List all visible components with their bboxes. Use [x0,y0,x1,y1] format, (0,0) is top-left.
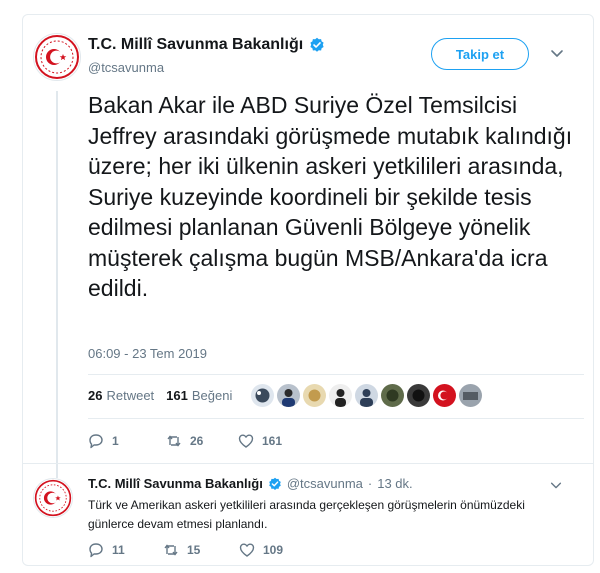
verified-badge-icon [310,37,324,52]
liker-avatar-icon [308,389,321,402]
thread-line [56,91,58,478]
liker-avatar[interactable] [329,384,352,407]
liker-avatar-icon [360,389,373,407]
liker-avatar[interactable] [407,384,430,407]
msb-seal-icon [35,35,79,79]
reply-time[interactable]: 13 dk. [377,476,412,491]
like-button[interactable]: 109 [239,542,283,558]
reply-actions: 11 15 109 [88,542,283,558]
retweet-stat[interactable]: 26 Retweet [88,388,154,403]
liker-avatar-icon [335,389,346,407]
liker-avatar[interactable] [303,384,326,407]
retweet-icon [164,544,178,556]
reply-icon [89,434,103,449]
tweet-text: Bakan Akar ile ABD Suriye Özel Temsilcis… [88,92,573,301]
liker-avatar-icon [386,389,399,402]
reply-header: T.C. Millî Savunma Bakanlığı @tcsavunma … [88,476,413,491]
msb-seal-icon [34,479,72,517]
divider [88,418,584,419]
liker-avatar[interactable] [251,384,274,407]
retweet-count: 15 [187,543,201,557]
retweet-count: 26 [190,434,204,448]
retweet-stat-label: Retweet [106,388,155,403]
liker-avatar[interactable] [433,384,456,407]
chevron-down-icon[interactable] [549,45,565,61]
like-stat-count: 161 [166,388,188,403]
liker-avatar[interactable] [277,384,300,407]
like-button[interactable]: 161 [238,433,282,449]
verified-badge-icon [269,477,281,490]
reply-count: 11 [112,543,125,557]
liker-avatar-icon [255,388,270,403]
liker-avatar-icon [438,390,449,401]
avatar[interactable] [33,33,81,81]
like-count: 161 [262,434,283,448]
liker-avatars [251,384,482,407]
tweet-actions: 1 26 161 [88,433,282,449]
like-stat-label: Beğeni [191,388,233,403]
divider [23,463,593,464]
reply-text: Türk ve Amerikan askeri yetkilileri aras… [88,498,525,531]
reply-handle[interactable]: @tcsavunma [287,476,363,491]
liker-avatar[interactable] [355,384,378,407]
reply-avatar[interactable] [33,478,73,518]
author-handle[interactable]: @tcsavunma [88,60,164,75]
liker-avatar-icon [463,392,478,400]
author-name[interactable]: T.C. Millî Savunma Bakanlığı [88,36,303,54]
reply-button[interactable]: 11 [88,542,163,558]
author-name-row[interactable]: T.C. Millî Savunma Bakanlığı [88,36,325,54]
like-count: 109 [263,543,284,557]
follow-button[interactable]: Takip et [431,38,529,70]
reply-count: 1 [112,434,119,448]
liker-avatar[interactable] [381,384,404,407]
retweet-button[interactable]: 26 [166,433,238,449]
reply-separator: · [367,476,373,491]
reply-author-name[interactable]: T.C. Millî Savunma Bakanlığı [88,476,263,491]
liker-avatar[interactable] [459,384,482,407]
retweet-icon [167,435,181,447]
chevron-down-icon[interactable] [549,478,563,492]
retweet-stat-count: 26 [88,388,103,403]
reply-button[interactable]: 1 [88,433,166,449]
engagement-stats: 26 Retweet 161 Beğeni [88,388,232,403]
divider [88,374,584,375]
liker-avatar-icon [282,389,295,407]
tweet-timestamp[interactable]: 06:09 - 23 Tem 2019 [88,346,207,361]
reply-icon [89,543,103,558]
like-stat[interactable]: 161 Beğeni [166,388,232,403]
like-icon [238,434,254,448]
like-icon [239,543,255,557]
retweet-button[interactable]: 15 [163,542,239,558]
liker-avatar-icon [412,389,425,402]
